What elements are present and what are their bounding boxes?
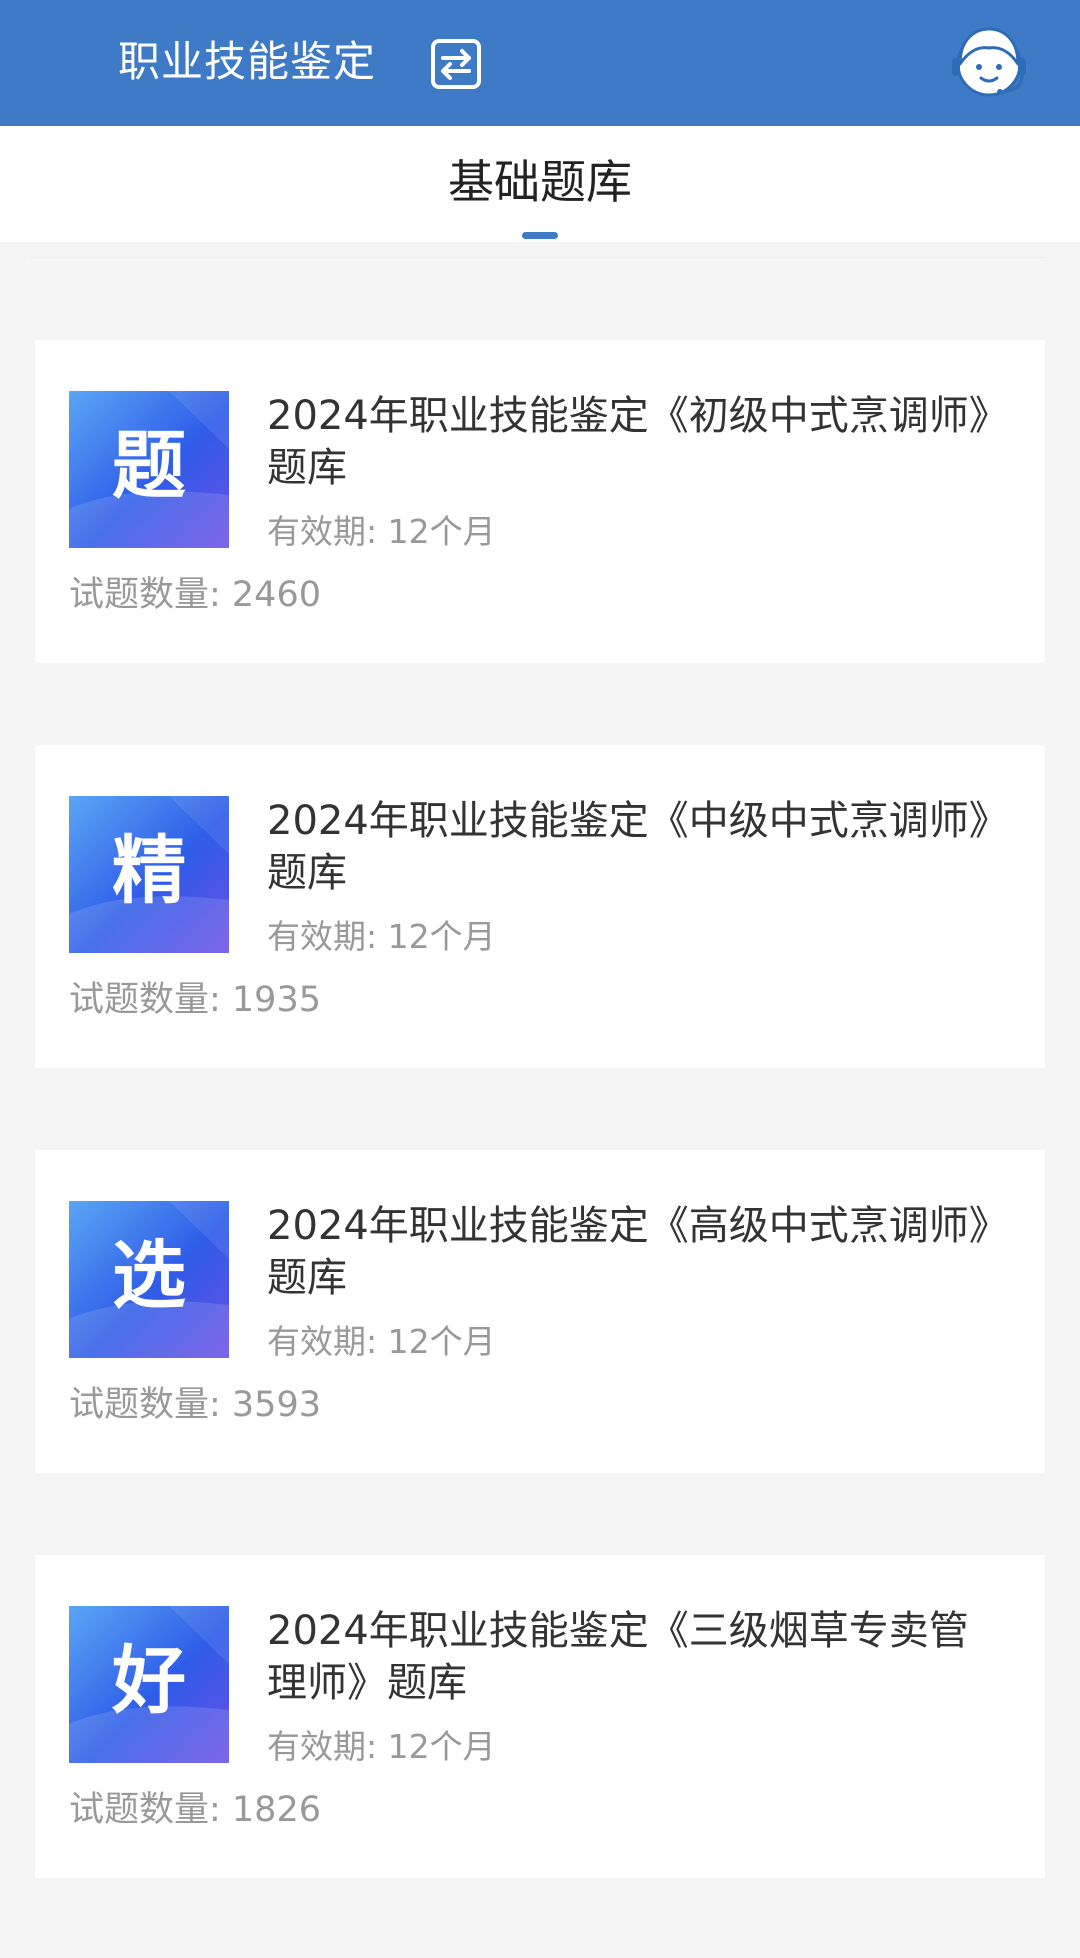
question-bank-card[interactable]: 题 2024年职业技能鉴定《初级中式烹调师》题库 有效期: 12个月 试题数量:… (35, 340, 1045, 663)
card-badge-char: 选 (112, 1233, 186, 1319)
switch-icon[interactable] (430, 38, 482, 90)
tab-active-indicator (522, 232, 558, 239)
card-badge-char: 题 (112, 423, 186, 509)
tab-basic-question-bank[interactable]: 基础题库 (0, 152, 1080, 212)
question-bank-cover-icon: 题 (69, 391, 229, 548)
question-bank-cover-icon: 好 (69, 1606, 229, 1763)
card-question-count: 试题数量: 1826 (69, 1790, 321, 1830)
app-title: 职业技能鉴定 (118, 37, 377, 86)
top-bar: 职业技能鉴定 (0, 0, 1080, 126)
divider (30, 257, 1044, 258)
card-validity: 有效期: 12个月 (267, 917, 496, 956)
card-validity: 有效期: 12个月 (267, 1322, 496, 1361)
customer-service-icon[interactable] (950, 22, 1028, 106)
card-badge-char: 好 (111, 1638, 186, 1724)
tab-bar: 基础题库 (0, 126, 1080, 242)
card-title: 2024年职业技能鉴定《初级中式烹调师》题库 (267, 393, 989, 491)
card-question-count: 试题数量: 1935 (69, 980, 321, 1020)
card-validity: 有效期: 12个月 (267, 512, 496, 551)
card-title: 2024年职业技能鉴定《中级中式烹调师》题库 (267, 798, 989, 896)
card-question-count: 试题数量: 2460 (69, 575, 321, 615)
question-bank-card[interactable]: 选 2024年职业技能鉴定《高级中式烹调师》题库 有效期: 12个月 试题数量:… (35, 1150, 1045, 1473)
card-title: 2024年职业技能鉴定《三级烟草专卖管理师》题库 (267, 1608, 969, 1706)
question-bank-cover-icon: 精 (69, 796, 229, 953)
question-bank-card[interactable]: 好 2024年职业技能鉴定《三级烟草专卖管理师》题库 有效期: 12个月 试题数… (35, 1555, 1045, 1878)
question-bank-card[interactable]: 精 2024年职业技能鉴定《中级中式烹调师》题库 有效期: 12个月 试题数量:… (35, 745, 1045, 1068)
card-badge-char: 精 (112, 828, 186, 914)
card-title: 2024年职业技能鉴定《高级中式烹调师》题库 (267, 1203, 989, 1301)
question-bank-cover-icon: 选 (69, 1201, 229, 1358)
card-validity: 有效期: 12个月 (267, 1727, 496, 1766)
card-question-count: 试题数量: 3593 (69, 1385, 321, 1425)
